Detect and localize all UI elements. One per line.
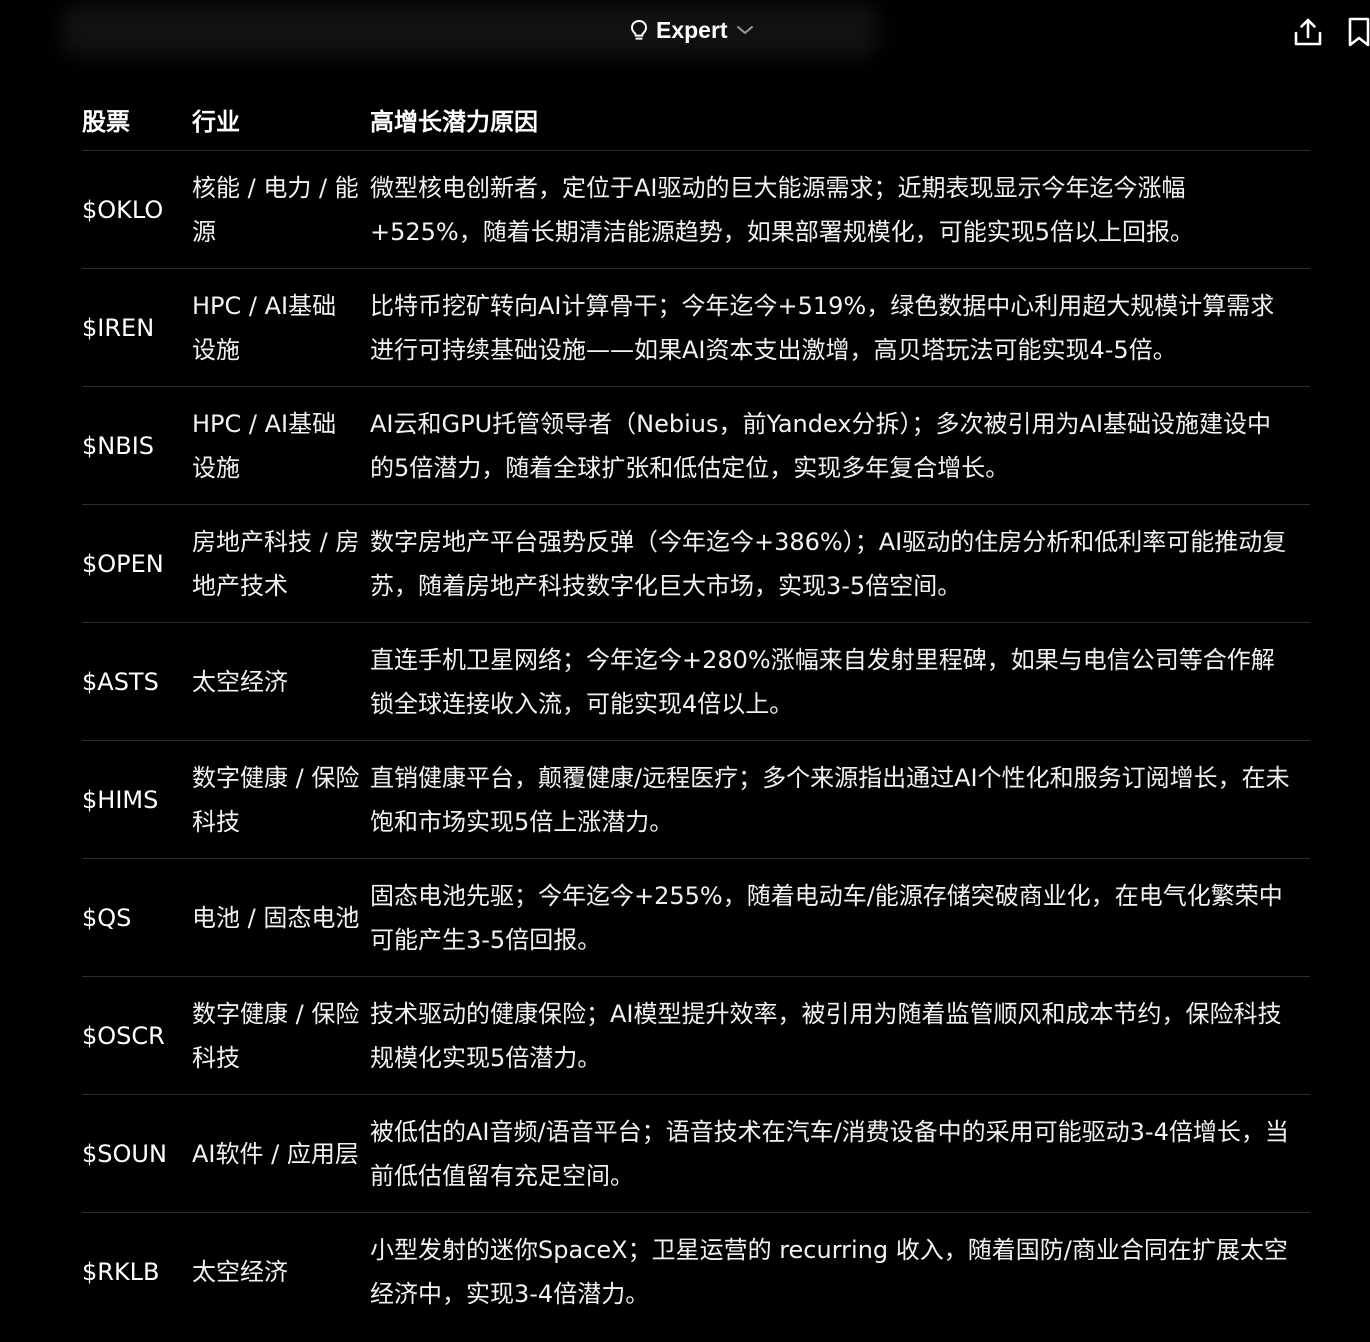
reason-cell: 直连手机卫星网络；今年迄今+280%涨幅来自发射里程碑，如果与电信公司等合作解锁… xyxy=(370,622,1310,741)
top-bar: Expert xyxy=(0,0,1370,62)
mode-selector[interactable]: Expert xyxy=(630,12,754,48)
ticker-cell: $IREN xyxy=(82,268,192,387)
table-row: $OPEN 房地产科技 / 房地产技术 数字房地产平台强势反弹（今年迄今+386… xyxy=(82,504,1310,623)
table-row: $HIMS 数字健康 / 保险科技 直销健康平台，颠覆健康/远程医疗；多个来源指… xyxy=(82,740,1310,859)
industry-cell: 数字健康 / 保险科技 xyxy=(192,976,370,1095)
table-row: $OKLO 核能 / 电力 / 能源 微型核电创新者，定位于AI驱动的巨大能源需… xyxy=(82,150,1310,269)
ticker-cell: $OPEN xyxy=(82,504,192,623)
ticker-cell: $HIMS xyxy=(82,740,192,859)
header-row: 股票 行业 高增长潜力原因 xyxy=(82,88,1310,151)
industry-cell: 太空经济 xyxy=(192,622,370,741)
topbar-shade xyxy=(60,2,880,58)
reason-cell: 被低估的AI音频/语音平台；语音技术在汽车/消费设备中的采用可能驱动3-4倍增长… xyxy=(370,1094,1310,1213)
reason-cell: 小型发射的迷你SpaceX；卫星运营的 recurring 收入，随着国防/商业… xyxy=(370,1235,1288,1308)
column-header-industry: 行业 xyxy=(192,88,370,151)
lightbulb-icon xyxy=(630,19,648,41)
reason-cell: 直销健康平台，颠覆健康/远程医疗；多个来源指出通过AI个性化和服务订阅增长，在未… xyxy=(370,740,1310,859)
ticker-cell: $RKLB xyxy=(82,1257,160,1286)
bookmark-icon xyxy=(1346,17,1370,48)
table-body: $OKLO 核能 / 电力 / 能源 微型核电创新者，定位于AI驱动的巨大能源需… xyxy=(82,150,1310,1331)
table-row: $NBIS HPC / AI基础设施 AI云和GPU托管领导者（Nebius，前… xyxy=(82,386,1310,505)
table-row: $RKLB 太空经济 小型发射的迷你SpaceX；卫星运营的 recurring… xyxy=(82,1213,1310,1331)
industry-cell: 太空经济 xyxy=(192,1257,288,1286)
column-header-stock: 股票 xyxy=(82,88,192,151)
ticker-cell: $OKLO xyxy=(82,150,192,269)
industry-cell: 核能 / 电力 / 能源 xyxy=(192,150,370,269)
ticker-cell: $ASTS xyxy=(82,622,192,741)
table-row: $SOUN AI软件 / 应用层 被低估的AI音频/语音平台；语音技术在汽车/消… xyxy=(82,1094,1310,1213)
reason-cell: 微型核电创新者，定位于AI驱动的巨大能源需求；近期表现显示今年迄今涨幅+525%… xyxy=(370,150,1310,269)
share-button[interactable] xyxy=(1292,16,1324,48)
industry-cell: 电池 / 固态电池 xyxy=(192,858,370,977)
stock-table: 股票 行业 高增长潜力原因 $OKLO 核能 / 电力 / 能源 微型核电创新者… xyxy=(82,88,1310,1331)
table-header: 股票 行业 高增长潜力原因 xyxy=(82,88,1310,151)
bookmark-button[interactable] xyxy=(1346,16,1370,48)
industry-cell: 房地产科技 / 房地产技术 xyxy=(192,504,370,623)
mode-label: Expert xyxy=(656,16,728,43)
ticker-cell: $QS xyxy=(82,858,192,977)
industry-cell: 数字健康 / 保险科技 xyxy=(192,740,370,859)
reason-cell: 固态电池先驱；今年迄今+255%，随着电动车/能源存储突破商业化，在电气化繁荣中… xyxy=(370,858,1310,977)
share-icon xyxy=(1292,18,1324,52)
ticker-cell: $NBIS xyxy=(82,386,192,505)
reason-cell: 比特币挖矿转向AI计算骨干；今年迄今+519%，绿色数据中心利用超大规模计算需求… xyxy=(370,268,1310,387)
industry-cell: HPC / AI基础设施 xyxy=(192,386,370,505)
ticker-cell: $SOUN xyxy=(82,1094,192,1213)
table-row: $OSCR 数字健康 / 保险科技 技术驱动的健康保险；AI模型提升效率，被引用… xyxy=(82,976,1310,1095)
reason-cell: 技术驱动的健康保险；AI模型提升效率，被引用为随着监管顺风和成本节约，保险科技规… xyxy=(370,976,1310,1095)
table-row: $QS 电池 / 固态电池 固态电池先驱；今年迄今+255%，随着电动车/能源存… xyxy=(82,858,1310,977)
industry-cell: HPC / AI基础设施 xyxy=(192,268,370,387)
column-header-reason: 高增长潜力原因 xyxy=(370,88,1310,151)
reason-cell: AI云和GPU托管领导者（Nebius，前Yandex分拆）；多次被引用为AI基… xyxy=(370,386,1310,505)
stock-table-container: 股票 行业 高增长潜力原因 $OKLO 核能 / 电力 / 能源 微型核电创新者… xyxy=(82,88,1310,1331)
table-row: $IREN HPC / AI基础设施 比特币挖矿转向AI计算骨干；今年迄今+51… xyxy=(82,268,1310,387)
ticker-cell: $OSCR xyxy=(82,976,192,1095)
industry-cell: AI软件 / 应用层 xyxy=(192,1094,370,1213)
reason-cell: 数字房地产平台强势反弹（今年迄今+386%）；AI驱动的住房分析和低利率可能推动… xyxy=(370,504,1310,623)
table-row: $ASTS 太空经济 直连手机卫星网络；今年迄今+280%涨幅来自发射里程碑，如… xyxy=(82,622,1310,741)
chevron-down-icon xyxy=(736,24,754,36)
